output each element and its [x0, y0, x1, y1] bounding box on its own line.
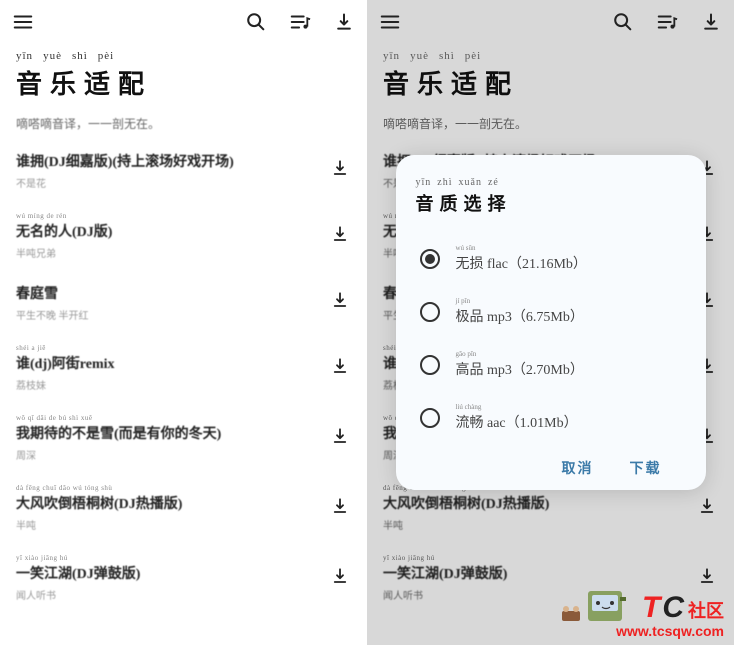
song-title: 无名的人(DJ版) — [16, 221, 323, 241]
dialog-title: yīn zhì xuǎn zé 音质选择 — [416, 177, 686, 216]
song-item[interactable]: shéi a jiē谁(dj)阿街remix 荔枝妹 — [16, 332, 351, 402]
watermark-c: C — [662, 591, 684, 625]
quality-list: wú sǔn无损 flac（21.16Mb） jí pǐn极品 mp3（6.75M… — [416, 232, 686, 444]
song-title: 谁拥(DJ细嘉版)(持上滚场好戏开场) — [16, 151, 323, 171]
page-subtitle: 嘀嗒嘀音译，一一剖无在。 — [0, 105, 367, 138]
song-artist: 闻人听书 — [16, 587, 323, 602]
watermark-t: T — [642, 591, 660, 625]
song-artist: 周深 — [16, 447, 323, 462]
watermark-url: www.tcsqw.com — [616, 623, 724, 639]
quality-option[interactable]: wú sǔn无损 flac（21.16Mb） — [416, 232, 686, 285]
downloads-icon[interactable] — [333, 11, 355, 33]
song-artist: 半吨兄弟 — [16, 245, 323, 260]
song-item[interactable]: yī xiào jiāng hú一笑江湖(DJ弹鼓版) 闻人听书 — [16, 542, 351, 612]
quality-option[interactable]: liú chàng流畅 aac（1.01Mb） — [416, 391, 686, 444]
download-icon[interactable] — [331, 357, 351, 380]
watermark-illustration — [558, 585, 638, 625]
song-item[interactable]: 春庭雪平生不晚 半开红 — [16, 270, 351, 332]
confirm-button[interactable]: 下载 — [630, 458, 662, 478]
song-title: 大风吹倒梧桐树(DJ热播版) — [16, 493, 323, 513]
playlist-icon[interactable] — [289, 11, 311, 33]
quality-label: liú chàng流畅 aac（1.01Mb） — [456, 403, 578, 432]
radio-icon[interactable] — [420, 355, 440, 375]
song-info: shéi a jiē谁(dj)阿街remix 荔枝妹 — [16, 344, 323, 392]
radio-icon[interactable] — [420, 302, 440, 322]
song-pinyin: wǒ qī dāi de bú shì xuě — [16, 414, 323, 422]
topbar-left — [0, 0, 367, 44]
download-icon[interactable] — [331, 225, 351, 248]
song-info: 春庭雪平生不晚 半开红 — [16, 282, 323, 322]
download-icon[interactable] — [331, 159, 351, 182]
song-pinyin: yī xiào jiāng hú — [16, 554, 323, 562]
song-item[interactable]: wǒ qī dāi de bú shì xuě我期待的不是雪(而是有你的冬天) 周… — [16, 402, 351, 472]
song-pinyin: shéi a jiē — [16, 344, 323, 352]
download-icon[interactable] — [331, 497, 351, 520]
quality-label: gāo pǐn高品 mp3（2.70Mb） — [456, 350, 584, 379]
cancel-button[interactable]: 取消 — [562, 458, 594, 478]
song-title: 一笑江湖(DJ弹鼓版) — [16, 563, 323, 583]
page-title: yīn yuè shì pèi 音乐适配 — [0, 44, 367, 105]
song-title: 我期待的不是雪(而是有你的冬天) — [16, 423, 323, 443]
download-icon[interactable] — [331, 567, 351, 590]
song-item[interactable]: 谁拥(DJ细嘉版)(持上滚场好戏开场) 不是花 — [16, 138, 351, 200]
menu-icon[interactable] — [12, 11, 34, 33]
song-item[interactable]: dà fēng chuī dǎo wú tóng shù大风吹倒梧桐树(DJ热播… — [16, 472, 351, 542]
quality-option[interactable]: gāo pǐn高品 mp3（2.70Mb） — [416, 338, 686, 391]
download-icon[interactable] — [331, 291, 351, 314]
quality-label: jí pǐn极品 mp3（6.75Mb） — [456, 297, 584, 326]
radio-icon[interactable] — [420, 408, 440, 428]
song-pinyin: dà fēng chuī dǎo wú tóng shù — [16, 484, 323, 492]
song-title: 谁(dj)阿街remix — [16, 353, 323, 373]
song-info: dà fēng chuī dǎo wú tóng shù大风吹倒梧桐树(DJ热播… — [16, 484, 323, 532]
quality-option[interactable]: jí pǐn极品 mp3（6.75Mb） — [416, 285, 686, 338]
song-artist: 不是花 — [16, 175, 323, 190]
song-pinyin: wú míng de rén — [16, 212, 323, 220]
song-info: yī xiào jiāng hú一笑江湖(DJ弹鼓版) 闻人听书 — [16, 554, 323, 602]
quality-dialog: yīn zhì xuǎn zé 音质选择 wú sǔn无损 flac（21.16… — [396, 155, 706, 490]
watermark-sq: 社区 — [688, 597, 724, 623]
screen-dialog: yīn yuè shì pèi 音乐适配 嘀嗒嘀音译，一一剖无在。 谁拥(DJ细… — [367, 0, 734, 645]
song-title: 春庭雪 — [16, 283, 323, 303]
download-icon[interactable] — [331, 427, 351, 450]
screen-list: yīn yuè shì pèi 音乐适配 嘀嗒嘀音译，一一剖无在。 谁拥(DJ细… — [0, 0, 367, 645]
watermark: T C 社区 www.tcsqw.com — [558, 585, 724, 639]
song-info: 谁拥(DJ细嘉版)(持上滚场好戏开场) 不是花 — [16, 150, 323, 190]
song-item[interactable]: wú míng de rén无名的人(DJ版) 半吨兄弟 — [16, 200, 351, 270]
dialog-overlay: yīn zhì xuǎn zé 音质选择 wú sǔn无损 flac（21.16… — [367, 0, 734, 645]
search-icon[interactable] — [245, 11, 267, 33]
song-artist: 半吨 — [16, 517, 323, 532]
song-artist: 平生不晚 半开红 — [16, 307, 323, 322]
song-list: 谁拥(DJ细嘉版)(持上滚场好戏开场) 不是花 wú míng de rén无名的人… — [0, 138, 367, 612]
song-info: wǒ qī dāi de bú shì xuě我期待的不是雪(而是有你的冬天) 周… — [16, 414, 323, 462]
quality-label: wú sǔn无损 flac（21.16Mb） — [456, 244, 587, 273]
radio-icon[interactable] — [420, 249, 440, 269]
song-info: wú míng de rén无名的人(DJ版) 半吨兄弟 — [16, 212, 323, 260]
song-artist: 荔枝妹 — [16, 377, 323, 392]
